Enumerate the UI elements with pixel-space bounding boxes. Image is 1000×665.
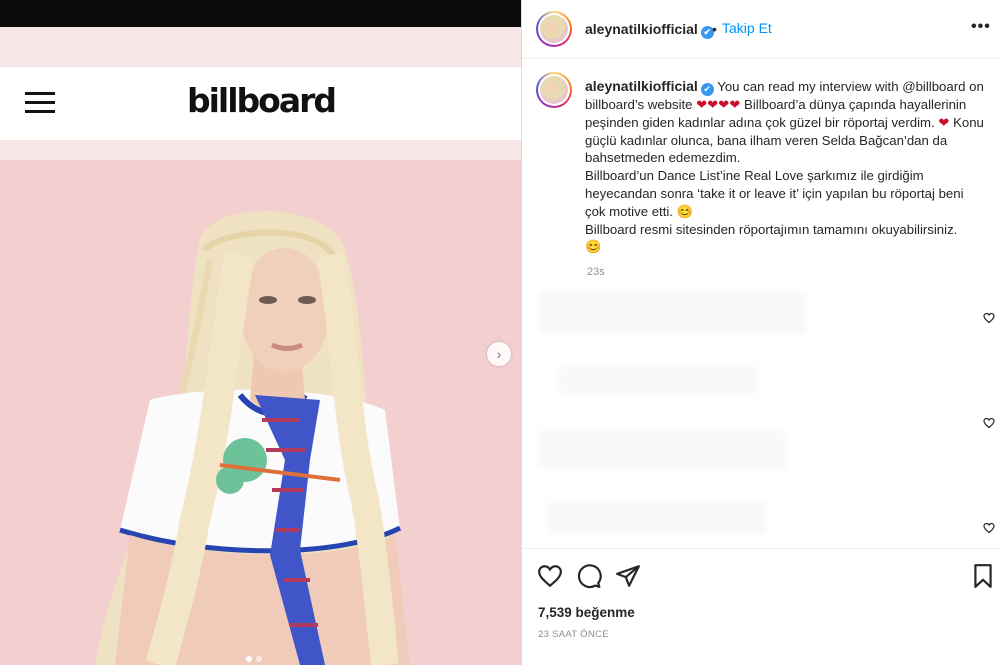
caption-line-4: Billboard’un Dance List’ine Real Love şa… bbox=[585, 168, 964, 219]
blurred-comments-area bbox=[537, 290, 837, 540]
post-timestamp[interactable]: 23 SAAT ÖNCE bbox=[538, 629, 609, 640]
carousel-dots bbox=[246, 656, 262, 662]
comment-like-heart-icon[interactable] bbox=[983, 417, 995, 429]
smile-emoji: 😊 bbox=[585, 239, 602, 255]
browser-top-bar bbox=[0, 0, 521, 27]
next-slide-button[interactable]: › bbox=[487, 342, 511, 366]
caption-avatar[interactable] bbox=[536, 72, 572, 108]
caption-line-5: Billboard resmi sitesinden röportajımın … bbox=[585, 221, 958, 237]
chevron-right-icon: › bbox=[496, 346, 502, 362]
caption-time-ago[interactable]: 23s bbox=[587, 266, 605, 278]
post-side-panel: aleynatilkiofficial ✔ • Takip Et ••• aley… bbox=[521, 0, 1000, 665]
post-media[interactable]: billboard › bbox=[0, 0, 521, 665]
post-actions: 7,539 beğenme 23 SAAT ÖNCE bbox=[522, 548, 1000, 665]
caption-username[interactable]: aleynatilkiofficial bbox=[585, 78, 698, 94]
smile-emoji: 😊 bbox=[676, 203, 694, 219]
post-photo bbox=[0, 160, 521, 665]
media-top-band bbox=[0, 27, 521, 67]
billboard-site-header: billboard bbox=[0, 67, 521, 140]
post-author-username[interactable]: aleynatilkiofficial ✔ bbox=[585, 21, 714, 39]
more-options-icon[interactable]: ••• bbox=[971, 18, 991, 36]
username-text[interactable]: aleynatilkiofficial bbox=[585, 21, 698, 37]
caption-text: aleynatilkiofficial ✔ You can read my int… bbox=[585, 78, 985, 256]
separator-dot: • bbox=[712, 21, 717, 37]
hamburger-menu-icon[interactable] bbox=[25, 92, 55, 114]
bookmark-icon[interactable] bbox=[970, 563, 996, 589]
likes-count[interactable]: 7,539 beğenme bbox=[538, 605, 635, 620]
heart-outline-icon[interactable] bbox=[537, 563, 563, 589]
carousel-dot bbox=[256, 656, 262, 662]
red-heart-emoji: ❤❤❤❤ bbox=[696, 97, 741, 112]
billboard-logo: billboard bbox=[187, 81, 337, 120]
follow-button[interactable]: Takip Et bbox=[722, 20, 772, 36]
verified-badge-icon: ✔ bbox=[700, 83, 714, 96]
post-header: aleynatilkiofficial ✔ • Takip Et ••• bbox=[522, 0, 1000, 59]
carousel-dot-active bbox=[246, 656, 252, 662]
comment-icon[interactable] bbox=[576, 563, 602, 589]
avatar[interactable] bbox=[536, 11, 572, 47]
portrait-illustration bbox=[95, 211, 410, 665]
comment-like-heart-icon[interactable] bbox=[983, 312, 995, 324]
paper-plane-icon[interactable] bbox=[615, 563, 641, 589]
header-gap bbox=[0, 140, 521, 160]
comment-like-heart-icon[interactable] bbox=[983, 522, 995, 534]
red-heart-emoji: ❤ bbox=[938, 114, 950, 130]
